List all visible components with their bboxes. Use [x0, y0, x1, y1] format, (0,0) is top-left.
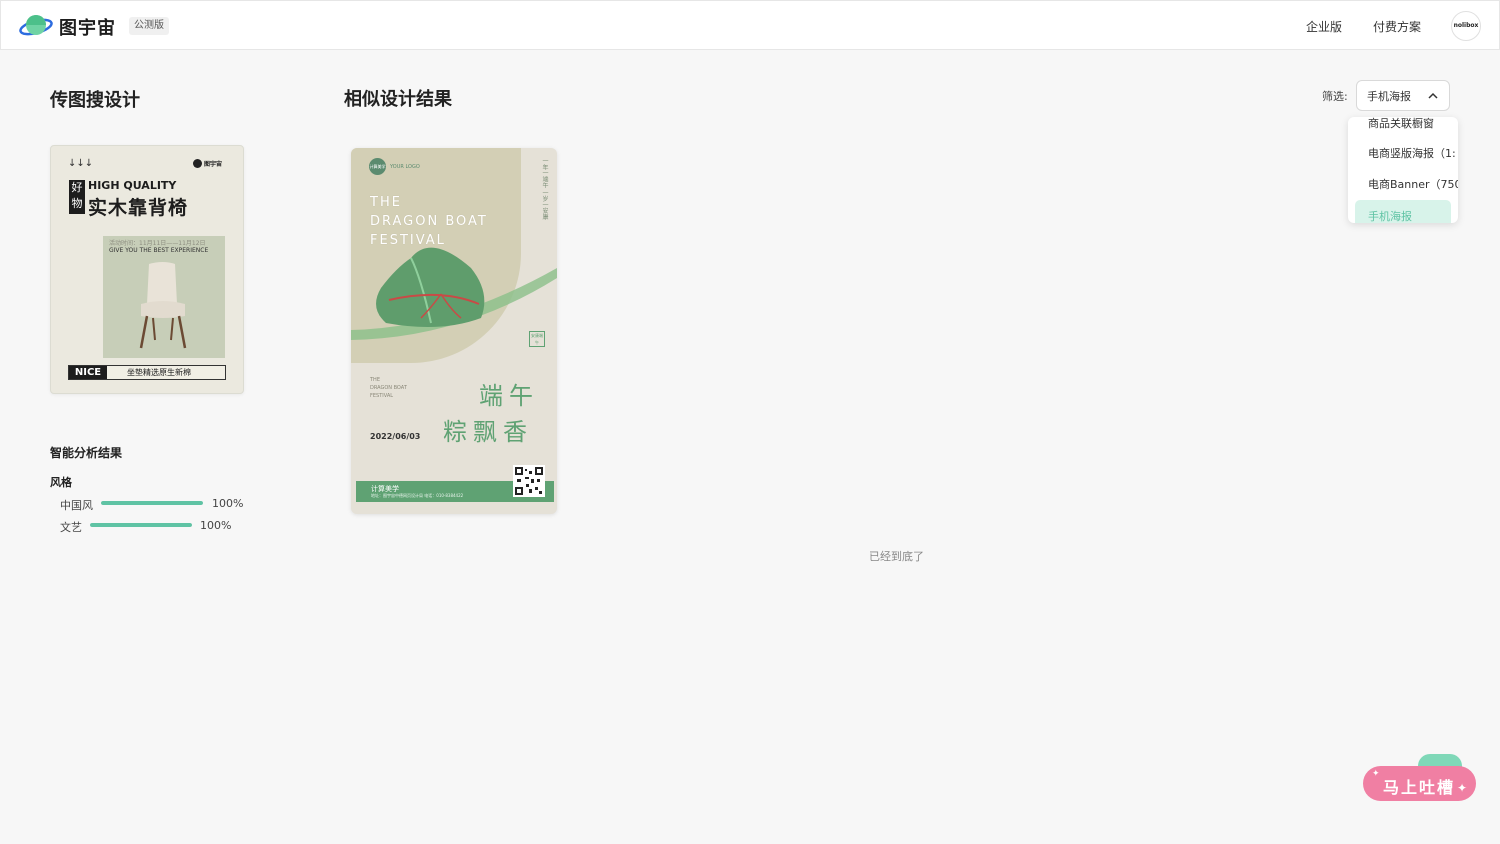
poster-nice-label: NICE [69, 366, 107, 379]
nav-enterprise-link[interactable]: 企业版 [1306, 18, 1342, 35]
poster-small-en: THE DRAGON BOAT FESTIVAL [370, 377, 407, 399]
poster-cn-line1: 端午 [479, 382, 539, 410]
poster-footer-address: 地址：图宇宙中德网页设计局 电话：010-8384422 [371, 493, 464, 498]
poster-tag: 好物 [69, 180, 85, 214]
qr-code-icon [513, 465, 545, 497]
metric-label-chinese-style: 中国风 [60, 499, 93, 512]
beta-badge: 公测版 [129, 17, 169, 35]
metric-value-chinese-style: 100% [212, 497, 244, 510]
filter-option[interactable]: 商品关联橱窗 [1368, 117, 1434, 131]
poster-nice-bar: NICE 坐垫精选原生新棉 [68, 365, 226, 380]
poster-nice-text: 坐垫精选原生新棉 [127, 368, 191, 377]
sparkle-icon: ✦ [1372, 769, 1380, 779]
chair-photo: 活动时间：11月11日——11月12日 GIVE YOU THE BEST EX… [103, 236, 225, 358]
metric-bar-literary [90, 523, 192, 527]
uploaded-image-preview[interactable]: ↓↓↓ 图宇宙 好物 HIGH QUALITY 实木靠背椅 活动时间：11月11… [50, 145, 244, 394]
poster-event-line: 活动时间：11月11日——11月12日 [109, 240, 206, 247]
chair-icon [139, 262, 187, 349]
metric-bar-chinese-style [101, 501, 203, 505]
poster-headline-en: HIGH QUALITY [88, 179, 177, 192]
poster-date: 2022/06/03 [370, 432, 421, 441]
poster-logo-text: YOUR LOGO [390, 164, 420, 170]
chevron-up-icon [1428, 92, 1438, 99]
poster-seal: 安康端午 [529, 331, 545, 347]
metric-label-literary: 文艺 [60, 521, 82, 534]
filter-select[interactable]: 手机海报 [1356, 80, 1450, 111]
filter-option[interactable]: 电商Banner（750 [1368, 176, 1458, 192]
filter-selected-value: 手机海报 [1367, 90, 1411, 103]
style-label: 风格 [50, 476, 72, 489]
poster-slogan: GIVE YOU THE BEST EXPERIENCE [109, 247, 209, 254]
poster-cn-line2: 粽飘香 [443, 418, 533, 446]
filter-label: 筛选: [1322, 90, 1348, 103]
metric-value-literary: 100% [200, 519, 232, 532]
top-header: 图宇宙 公测版 企业版 付费方案 nolibox [0, 0, 1500, 50]
metric-fill [101, 501, 203, 505]
similar-results-title: 相似设计结果 [344, 89, 452, 110]
feedback-label: 马上吐槽 [1383, 778, 1456, 797]
poster-vertical-text: 一年一端午 一岁一安康 [541, 158, 548, 220]
down-arrows-icon: ↓↓↓ [68, 158, 94, 169]
filter-option-selected-label: 手机海报 [1368, 210, 1412, 223]
end-of-list-text: 已经到底了 [869, 550, 924, 563]
sparkle-icon: ✦ [1457, 781, 1468, 795]
user-avatar[interactable]: nolibox [1451, 11, 1481, 41]
metric-fill [90, 523, 192, 527]
feedback-button[interactable]: ✦ 马上吐槽 ✦ [1363, 766, 1476, 801]
nav-pricing-link[interactable]: 付费方案 [1373, 18, 1421, 35]
poster-brand: 图宇宙 [193, 159, 222, 168]
logo-text[interactable]: 图宇宙 [59, 14, 116, 40]
filter-dropdown: 商品关联橱窗 电商竖版海报（1: 电商Banner（750 手机海报 [1348, 117, 1458, 223]
upload-search-title: 传图搜设计 [50, 90, 140, 111]
filter-option-selected[interactable]: 手机海报 [1355, 200, 1451, 223]
analysis-title: 智能分析结果 [50, 446, 123, 460]
zongzi-icon [351, 247, 557, 340]
filter-option[interactable]: 电商竖版海报（1: [1368, 145, 1456, 161]
poster-headline-cn: 实木靠背椅 [88, 197, 189, 219]
poster-logo-circle: 计算美学 [369, 158, 386, 175]
result-card[interactable]: 计算美学 YOUR LOGO THE DRAGON BOAT FESTIVAL … [351, 148, 557, 514]
planet-logo-icon[interactable] [19, 13, 53, 39]
